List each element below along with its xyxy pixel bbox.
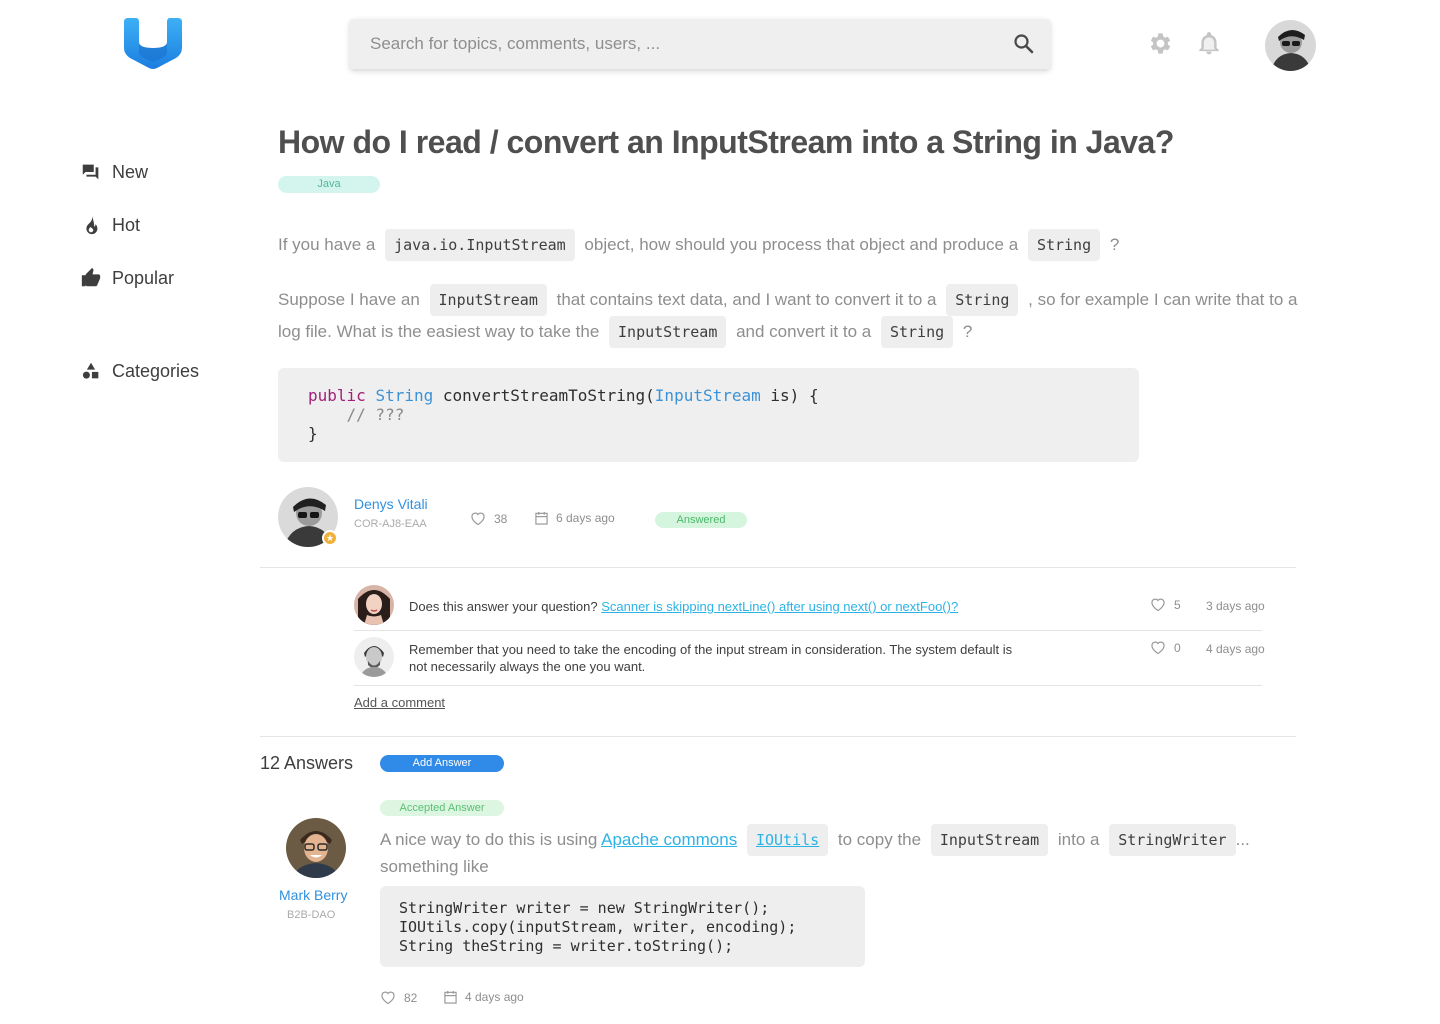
flame-icon — [86, 215, 98, 235]
answer-text: A nice way to do this is using Apache co… — [380, 824, 1280, 878]
comment-date: 4 days ago — [1206, 642, 1265, 656]
search-icon[interactable] — [1012, 32, 1036, 56]
question-title: How do I read / convert an InputStream i… — [278, 124, 1174, 160]
answer-author-avatar[interactable] — [286, 818, 346, 878]
comment-text: Remember that you need to take the encod… — [409, 642, 1013, 674]
shapes-icon — [82, 362, 99, 379]
inline-code: InputStream — [930, 824, 1049, 856]
answer-date: 4 days ago — [444, 990, 524, 1004]
question-paragraph-1: If you have a java.io.InputStream object… — [278, 229, 1308, 261]
calendar-icon — [444, 990, 457, 1004]
heart-icon — [471, 512, 485, 526]
heart-icon — [381, 991, 395, 1005]
user-avatar[interactable] — [1265, 20, 1316, 71]
comment-avatar[interactable] — [354, 637, 394, 677]
question-likes[interactable]: 38 — [470, 511, 507, 526]
sidebar-item-label: Categories — [112, 360, 200, 381]
bell-icon[interactable] — [1196, 30, 1222, 57]
search-bar[interactable] — [350, 19, 1050, 69]
sidebar-item-new[interactable]: New — [80, 159, 148, 185]
comment-text: Does this answer your question? Scanner … — [409, 599, 959, 614]
sidebar-item-popular[interactable]: Popular — [80, 265, 174, 291]
author-id: COR-AJ8-EAA — [354, 518, 427, 530]
divider — [260, 567, 1296, 568]
sidebar-item-hot[interactable]: Hot — [80, 212, 140, 238]
inline-code: String — [880, 316, 954, 348]
divider — [260, 736, 1296, 737]
question-code-block: public String convertStreamToString(Inpu… — [278, 368, 1139, 462]
comment-date: 3 days ago — [1206, 599, 1265, 613]
sidebar-item-label: New — [112, 161, 149, 182]
heart-icon — [1151, 641, 1165, 655]
sidebar-item-categories[interactable]: Categories — [80, 358, 199, 384]
sidebar-item-label: Popular — [112, 267, 175, 288]
divider — [354, 630, 1262, 631]
comment-link[interactable]: Scanner is skipping nextLine() after usi… — [601, 599, 958, 614]
add-comment-link[interactable]: Add a comment — [354, 695, 445, 710]
inline-code: StringWriter — [1109, 824, 1236, 856]
inline-code-link[interactable]: IOUtils — [746, 824, 829, 856]
question-tag[interactable]: Java — [278, 176, 380, 193]
inline-code: java.io.InputStream — [385, 229, 575, 261]
inline-code: String — [946, 284, 1019, 316]
inline-code: InputStream — [609, 316, 727, 348]
inline-code: InputStream — [429, 284, 547, 316]
inline-code: String — [1027, 229, 1101, 261]
search-input[interactable] — [370, 19, 990, 69]
add-answer-button[interactable]: Add Answer — [380, 755, 504, 772]
star-badge-icon: ★ — [322, 530, 338, 546]
question-paragraph-2: Suppose I have an InputStream that conta… — [278, 284, 1308, 348]
answered-badge: Answered — [655, 512, 747, 528]
answers-count: 12 Answers — [260, 753, 354, 773]
divider — [354, 685, 1262, 686]
author-name[interactable]: Denys Vitali — [354, 496, 428, 512]
sidebar-item-label: Hot — [112, 214, 141, 235]
answer-link[interactable]: Apache commons — [601, 830, 737, 849]
app-logo[interactable] — [122, 18, 184, 70]
calendar-icon — [535, 511, 548, 525]
thumbs-up-icon — [81, 267, 101, 287]
accepted-answer-badge: Accepted Answer — [380, 800, 504, 816]
chat-icon — [82, 164, 99, 180]
comment-likes[interactable]: 5 — [1150, 597, 1181, 612]
gear-icon[interactable] — [1146, 30, 1173, 57]
answer-author-id: B2B-DAO — [287, 909, 336, 921]
answer-author-name[interactable]: Mark Berry — [279, 887, 347, 903]
heart-icon — [1151, 598, 1165, 612]
answer-likes[interactable]: 82 — [380, 990, 417, 1005]
question-date: 6 days ago — [535, 511, 615, 525]
comment-likes[interactable]: 0 — [1150, 640, 1181, 655]
answer-code-block: StringWriter writer = new StringWriter()… — [380, 886, 865, 967]
comment-avatar[interactable] — [354, 585, 394, 625]
